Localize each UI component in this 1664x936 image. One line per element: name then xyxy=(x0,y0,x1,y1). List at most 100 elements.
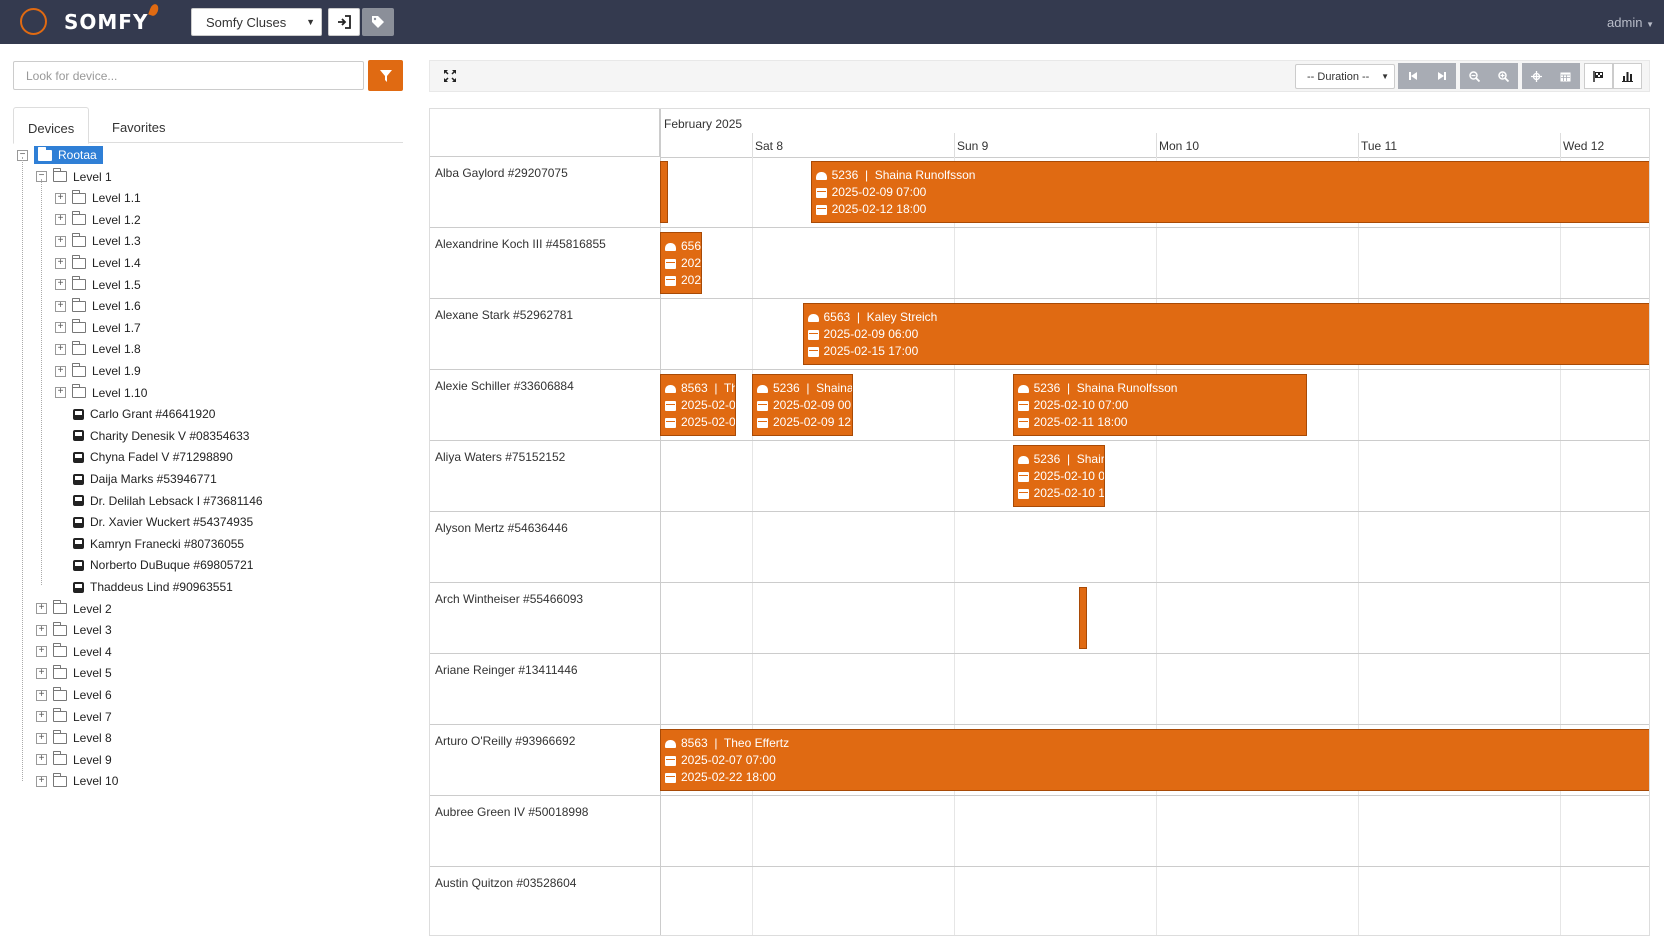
booking-bar[interactable]: 5236 | Shaina Runolfsson 2025-02-10 07:00… xyxy=(1012,374,1308,436)
folder-icon xyxy=(72,319,86,334)
expand-icon[interactable]: + xyxy=(36,732,47,744)
booking-end-text: 2025-02-11 18:00 xyxy=(1033,415,1128,429)
gantt-row-label: Austin Quitzon #03528604 xyxy=(435,876,577,890)
phone-icon xyxy=(757,384,768,393)
chevron-down-icon: ▼ xyxy=(1381,72,1389,81)
booking-bar[interactable]: 5236 | Shaina Runolfsson 2025-02-09 07:00… xyxy=(810,161,1649,223)
booking-bar[interactable]: 8563 | Theo Effertz 2025-02-07 07:00 2025-… xyxy=(660,729,1649,791)
tree-node[interactable]: + Level 5 xyxy=(36,663,112,683)
login-button[interactable] xyxy=(328,8,360,36)
tree-node[interactable]: + Level 1.4 xyxy=(55,253,141,273)
expand-icon[interactable]: + xyxy=(36,624,47,636)
booking-title-text: 5236 | Shaina xyxy=(773,381,853,395)
user-menu[interactable]: admin ▼ xyxy=(1607,15,1654,30)
tree-node[interactable]: + Level 4 xyxy=(36,642,112,662)
chart-button[interactable] xyxy=(1613,63,1642,89)
logo-flame-icon xyxy=(148,2,160,18)
booking-title-text: 6563 | Kaley xyxy=(681,239,702,253)
tree-node[interactable]: + Level 3 xyxy=(36,620,112,640)
tree-node[interactable]: + Level 1.6 xyxy=(55,296,141,316)
booking-bar[interactable]: 6563 | Kaley 2025-02-08 0 2025-02-08 1 xyxy=(660,232,702,294)
tree-device[interactable]: Charity Denesik V #08354633 xyxy=(73,426,249,446)
zoom-in-button[interactable] xyxy=(1489,63,1518,89)
booking-bar[interactable] xyxy=(660,161,668,223)
tree-device[interactable]: Thaddeus Lind #90963551 xyxy=(73,577,233,597)
site-select[interactable]: Somfy Cluses ▼ xyxy=(191,8,322,36)
expand-icon[interactable]: + xyxy=(36,711,47,723)
tree-node[interactable]: + Level 1.9 xyxy=(55,361,141,381)
device-icon xyxy=(73,451,84,463)
device-search-input[interactable] xyxy=(13,61,364,90)
tree-device[interactable]: Chyna Fadel V #71298890 xyxy=(73,447,233,467)
tab-favorites[interactable]: Favorites xyxy=(98,107,179,143)
tab-devices[interactable]: Devices xyxy=(13,107,90,144)
tree-node-label: Level 1.2 xyxy=(92,212,141,227)
export-button[interactable] xyxy=(1584,63,1613,89)
expand-icon[interactable]: + xyxy=(36,754,47,766)
gantt-row[interactable]: Arch Wintheiser #55466093 xyxy=(430,583,1649,654)
tree-root[interactable]: − Rootaa xyxy=(17,145,103,165)
tree-node[interactable]: + Level 9 xyxy=(36,750,112,770)
tree-device[interactable]: Kamryn Franecki #80736055 xyxy=(73,534,244,554)
expand-icon[interactable]: + xyxy=(55,322,66,334)
calendar-button[interactable] xyxy=(1551,63,1580,89)
gantt-row[interactable]: Austin Quitzon #03528604 xyxy=(430,867,1649,935)
expand-icon[interactable]: + xyxy=(36,775,47,787)
expand-icon[interactable]: + xyxy=(55,214,66,226)
tree-node[interactable]: + Level 1.3 xyxy=(55,231,141,251)
fullscreen-button[interactable] xyxy=(444,70,456,85)
tag-button[interactable] xyxy=(362,8,394,36)
expand-icon[interactable]: + xyxy=(55,365,66,377)
expand-icon[interactable]: + xyxy=(55,192,66,204)
booking-start-text: 2025-02-10 0 xyxy=(1033,469,1105,483)
tree-node[interactable]: + Level 1.7 xyxy=(55,318,141,338)
gantt-row[interactable]: Alexandrine Koch III #45816855 xyxy=(430,228,1649,299)
gantt-row[interactable]: Ariane Reinger #13411446 xyxy=(430,654,1649,725)
tree-node[interactable]: + Level 8 xyxy=(36,728,112,748)
expand-icon[interactable]: + xyxy=(55,343,66,355)
expand-icon[interactable]: + xyxy=(55,235,66,247)
booking-bar[interactable]: 8563 | Theo 2025-02-08 1 2025-02-08 2 xyxy=(660,374,736,436)
tree-node[interactable]: + Level 1.8 xyxy=(55,339,141,359)
tree-device[interactable]: Norberto DuBuque #69805721 xyxy=(73,555,253,575)
tree-node[interactable]: + Level 1.2 xyxy=(55,210,141,230)
gantt-row[interactable]: Aubree Green IV #50018998 xyxy=(430,796,1649,867)
expand-icon[interactable]: + xyxy=(55,387,66,399)
expand-icon[interactable]: + xyxy=(55,257,66,269)
tree-node[interactable]: + Level 2 xyxy=(36,599,112,619)
tree-device[interactable]: Dr. Delilah Lebsack I #73681146 xyxy=(73,491,263,511)
tree-device[interactable]: Daija Marks #53946771 xyxy=(73,469,217,489)
booking-bar[interactable] xyxy=(1079,587,1088,649)
tree-device[interactable]: Dr. Xavier Wuckert #54374935 xyxy=(73,512,253,532)
tag-icon xyxy=(372,16,384,28)
tree-node[interactable]: + Level 1.5 xyxy=(55,275,141,295)
booking-bar[interactable]: 6563 | Kaley Streich 2025-02-09 06:00 2025… xyxy=(802,303,1649,365)
booking-bar[interactable]: 5236 | Shair 2025-02-10 0 2025-02-10 1 xyxy=(1012,445,1106,507)
expand-icon[interactable]: + xyxy=(55,300,66,312)
tree-device[interactable]: Carlo Grant #46641920 xyxy=(73,404,215,424)
tree-node[interactable]: + Level 1.1 xyxy=(55,188,141,208)
booking-bar[interactable]: 5236 | Shaina 2025-02-09 00 2025-02-09 12 xyxy=(752,374,853,436)
duration-select[interactable]: -- Duration -- ▼ xyxy=(1295,64,1395,89)
tree-node-label: Level 1 xyxy=(73,169,112,184)
tree-node[interactable]: − Level 1 xyxy=(36,167,112,187)
filter-button[interactable] xyxy=(368,60,403,91)
expand-icon[interactable]: + xyxy=(55,279,66,291)
gantt-row[interactable]: Alyson Mertz #54636446 xyxy=(430,512,1649,583)
tree-node[interactable]: + Level 6 xyxy=(36,685,112,705)
first-button[interactable] xyxy=(1398,63,1427,89)
zoom-out-button[interactable] xyxy=(1460,63,1489,89)
center-button[interactable] xyxy=(1522,63,1551,89)
gantt-day-tick xyxy=(1560,133,1561,157)
expand-icon[interactable]: + xyxy=(36,646,47,658)
tree-root-label[interactable]: Rootaa xyxy=(34,146,103,164)
step-forward-icon xyxy=(1437,72,1446,80)
tree-node[interactable]: + Level 1.10 xyxy=(55,383,147,403)
expand-icon[interactable]: + xyxy=(36,667,47,679)
expand-icon[interactable]: + xyxy=(36,689,47,701)
tree-node[interactable]: + Level 10 xyxy=(36,771,118,791)
tree-node[interactable]: + Level 7 xyxy=(36,707,112,727)
expand-icon[interactable]: + xyxy=(36,603,47,615)
tree-node-label: Level 1.4 xyxy=(92,256,141,270)
last-button[interactable] xyxy=(1427,63,1456,89)
